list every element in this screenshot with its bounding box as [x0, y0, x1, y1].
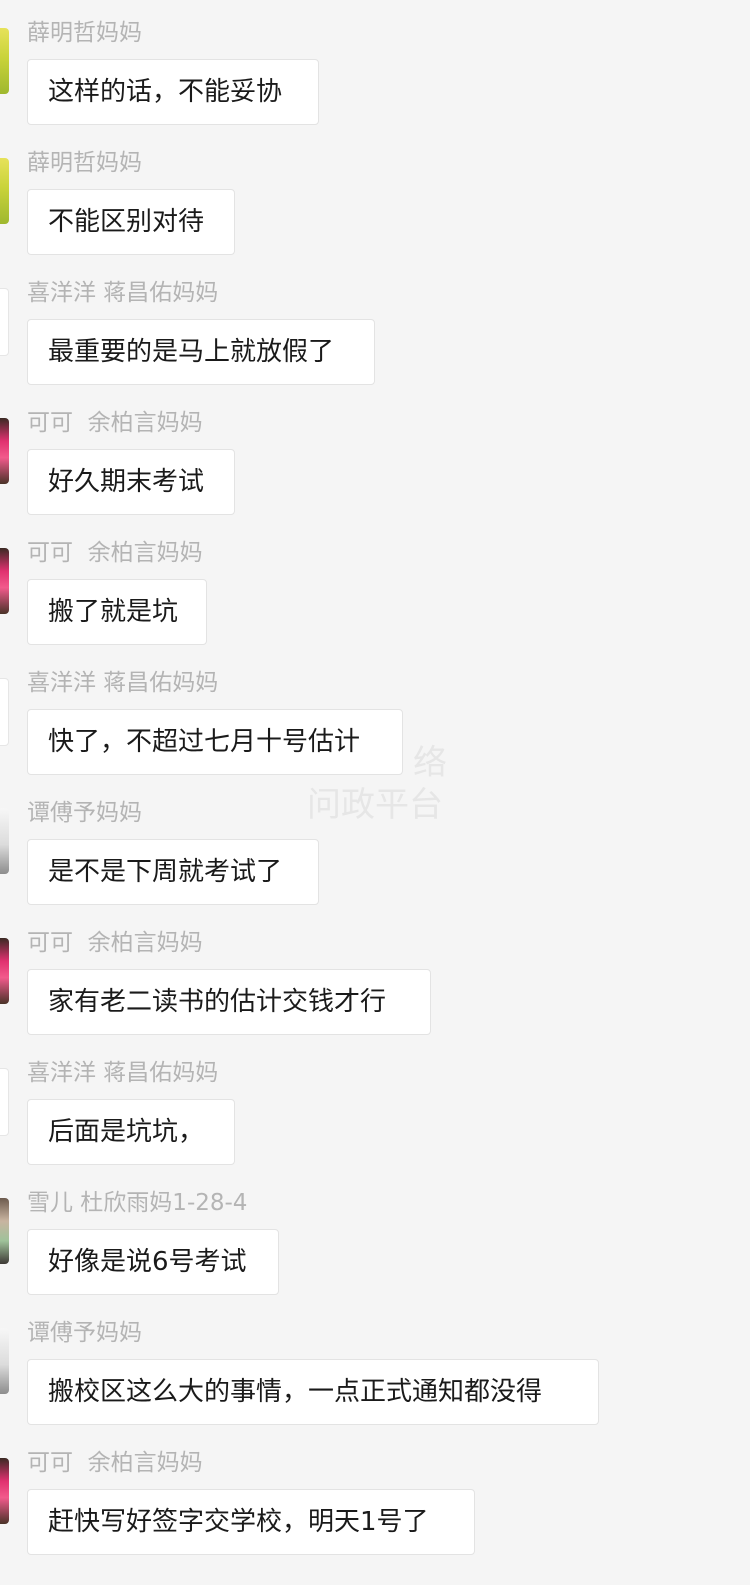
message-bubble[interactable]: 不能区别对待 [27, 189, 235, 255]
chat-message: 雪儿 杜欣雨妈1-28-4 好像是说6号考试 [0, 1170, 750, 1300]
sender-avatar[interactable] [0, 808, 9, 874]
chat-message: 可可 余柏言妈妈 赶快写好签字交学校，明天1号了 [0, 1430, 750, 1560]
sender-name: 谭傅予妈妈 [27, 800, 142, 826]
sender-avatar[interactable] [0, 1328, 9, 1394]
chat-message: 薛明哲妈妈 不能区别对待 [0, 130, 750, 260]
chat-message: 喜洋洋 蒋昌佑妈妈 后面是坑坑， [0, 1040, 750, 1170]
message-bubble[interactable]: 搬了就是坑 [27, 579, 207, 645]
sender-name: 喜洋洋 蒋昌佑妈妈 [27, 670, 219, 696]
message-bubble[interactable]: 赶快写好签字交学校，明天1号了 [27, 1489, 475, 1555]
chat-message-list[interactable]: 薛明哲妈妈 这样的话，不能妥协 薛明哲妈妈 不能区别对待 喜洋洋 蒋昌佑妈妈 最… [0, 0, 750, 1585]
sender-name: 可可 余柏言妈妈 [27, 930, 203, 956]
message-bubble[interactable]: 是不是下周就考试了 [27, 839, 319, 905]
message-bubble[interactable]: 家有老二读书的估计交钱才行 [27, 969, 431, 1035]
sender-name: 喜洋洋 蒋昌佑妈妈 [27, 280, 219, 306]
message-bubble[interactable]: 快了，不超过七月十号估计 [27, 709, 403, 775]
sender-avatar[interactable] [0, 288, 9, 356]
message-bubble[interactable]: 搬校区这么大的事情，一点正式通知都没得 [27, 1359, 599, 1425]
chat-message: 可可 余柏言妈妈 好久期末考试 [0, 390, 750, 520]
message-bubble[interactable]: 好久期末考试 [27, 449, 235, 515]
chat-message: 喜洋洋 蒋昌佑妈妈 快了，不超过七月十号估计 [0, 650, 750, 780]
sender-avatar[interactable] [0, 1458, 9, 1524]
message-bubble[interactable]: 这样的话，不能妥协 [27, 59, 319, 125]
chat-message: 可可 余柏言妈妈 家有老二读书的估计交钱才行 [0, 910, 750, 1040]
sender-name: 喜洋洋 蒋昌佑妈妈 [27, 1060, 219, 1086]
sender-name: 薛明哲妈妈 [27, 150, 142, 176]
sender-name: 可可 余柏言妈妈 [27, 1450, 203, 1476]
sender-name: 可可 余柏言妈妈 [27, 410, 203, 436]
sender-name: 谭傅予妈妈 [27, 1320, 142, 1346]
sender-name: 可可 余柏言妈妈 [27, 540, 203, 566]
chat-message: 喜洋洋 蒋昌佑妈妈 最重要的是马上就放假了 [0, 260, 750, 390]
sender-avatar[interactable] [0, 678, 9, 746]
chat-message: 谭傅予妈妈 是不是下周就考试了 [0, 780, 750, 910]
sender-avatar[interactable] [0, 938, 9, 1004]
sender-avatar[interactable] [0, 1068, 9, 1136]
sender-name: 雪儿 杜欣雨妈1-28-4 [27, 1190, 248, 1216]
message-bubble[interactable]: 好像是说6号考试 [27, 1229, 279, 1295]
chat-message: 薛明哲妈妈 这样的话，不能妥协 [0, 0, 750, 130]
sender-avatar[interactable] [0, 1198, 9, 1264]
sender-name: 薛明哲妈妈 [27, 20, 142, 46]
chat-message: 谭傅予妈妈 搬校区这么大的事情，一点正式通知都没得 [0, 1300, 750, 1430]
sender-avatar[interactable] [0, 158, 9, 224]
message-bubble[interactable]: 最重要的是马上就放假了 [27, 319, 375, 385]
sender-avatar[interactable] [0, 418, 9, 484]
sender-avatar[interactable] [0, 548, 9, 614]
sender-avatar[interactable] [0, 28, 9, 94]
message-bubble[interactable]: 后面是坑坑， [27, 1099, 235, 1165]
chat-message: 可可 余柏言妈妈 搬了就是坑 [0, 520, 750, 650]
